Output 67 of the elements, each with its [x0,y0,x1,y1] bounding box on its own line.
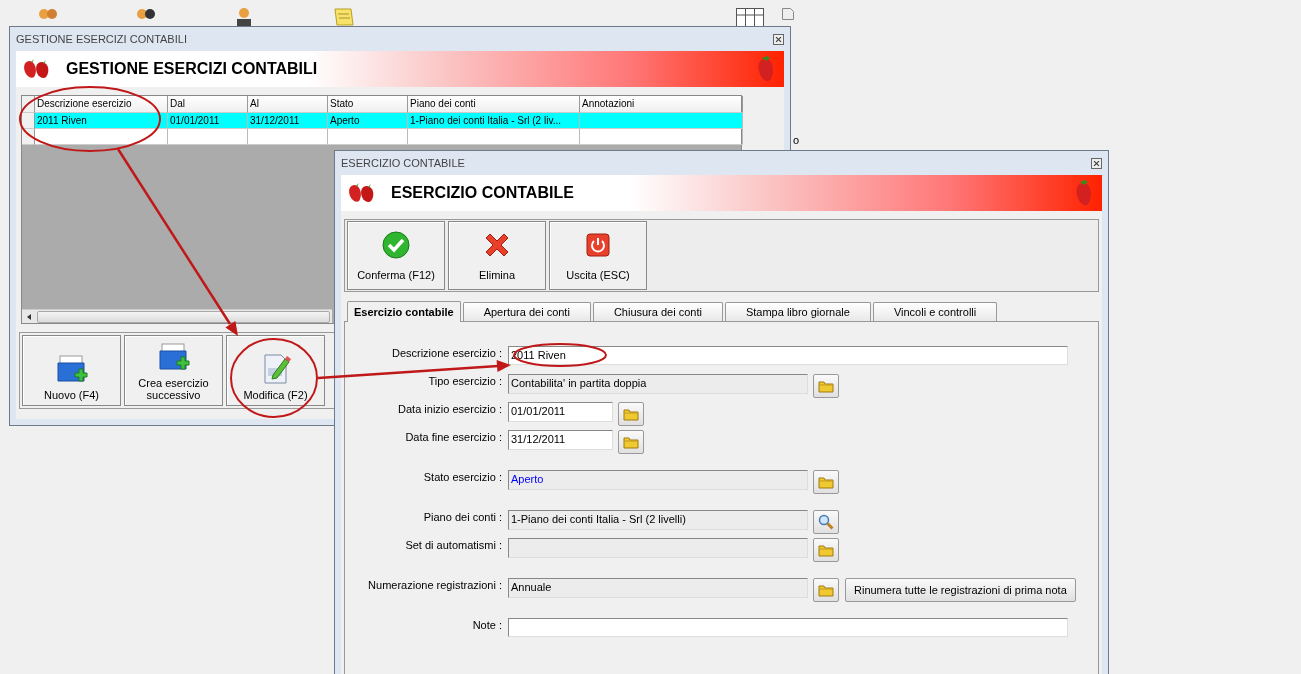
folder-icon [818,542,834,558]
power-icon [584,230,612,259]
text-fragment: o [793,134,800,147]
browse-button[interactable] [618,402,644,426]
box-plus-icon [156,341,191,373]
tab[interactable]: Stampa libro giornale [724,302,871,321]
table-cell[interactable]: 1-Piano dei conti Italia - Srl (2 liv... [408,113,580,129]
search-button[interactable] [813,510,839,534]
scroll-left-icon[interactable] [27,313,31,320]
check-icon [382,230,410,259]
search-icon [818,514,834,530]
toolbar-button[interactable]: Elimina [448,221,546,290]
tab[interactable]: Apertura dei conti [462,302,591,321]
people-icon [38,8,58,20]
banner-title: GESTIONE ESERCIZI CONTABILI [66,60,319,78]
table-cell[interactable]: Aperto [328,113,408,129]
renumber-button[interactable]: Rinumera tutte le registrazioni di prima nota [845,578,1076,602]
banner-title: ESERCIZIO CONTABILE [391,184,575,202]
field-label: Numerazione registrazioni : [367,579,503,591]
input-field[interactable]: 31/12/2011 [508,430,613,450]
field-label: Data fine esercizio : [404,431,503,443]
folder-icon [623,434,639,450]
field-label: Data inizio esercizio : [397,403,503,415]
toolbar-button[interactable]: Nuovo (F4) [22,335,121,406]
toolbar-button[interactable]: Conferma (F12) [347,221,445,290]
browse-button[interactable] [813,538,839,562]
tab[interactable]: Chiusura dei conti [592,302,723,321]
person-icon [236,8,252,27]
close-button[interactable] [1091,157,1102,169]
browse-button[interactable] [813,374,839,398]
field-label: Descrizione esercizio : [390,347,503,359]
field-label: Stato esercizio : [422,471,503,483]
input-field[interactable]: Annuale [508,578,808,598]
table-cell[interactable]: 01/01/2011 [168,113,248,129]
folder-icon [623,406,639,422]
folder-icon [818,474,834,490]
browse-button[interactable] [813,578,839,602]
input-field[interactable] [508,538,808,558]
note-icon [334,8,354,26]
tab[interactable]: Esercizio contabile [347,301,461,322]
table-cell[interactable]: 31/12/2011 [248,113,328,129]
close-button[interactable] [773,33,784,45]
row-indicator [22,113,35,129]
folder-icon [818,378,834,394]
toolbar-button[interactable]: Crea esercizio successivo [124,335,223,406]
input-field[interactable]: 01/01/2011 [508,402,613,422]
box-plus-icon [54,353,89,385]
table-cell[interactable]: 2011 Riven [35,113,168,129]
folder-icon [818,582,834,598]
input-field[interactable]: Contabilita' in partita doppia [508,374,808,394]
field-label: Set di automatismi : [404,539,503,551]
toolbar-button[interactable]: Modifica (F2) [226,335,325,406]
input-field[interactable] [508,618,1068,637]
browse-button[interactable] [618,430,644,454]
grid-icon [736,8,764,27]
field-label: Piano dei conti : [422,511,503,523]
input-field[interactable]: 1-Piano dei conti Italia - Srl (2 livelli) [508,510,808,530]
field-label: Tipo esercizio : [427,375,503,387]
tab[interactable]: Vincoli e controlli [872,302,998,321]
people-icon [136,8,156,20]
document-icon [782,8,794,20]
browse-button[interactable] [813,470,839,494]
window-title: ESERCIZIO CONTABILE [341,157,465,169]
input-field[interactable]: Aperto [508,470,808,490]
toolbar-button[interactable]: Uscita (ESC) [549,221,647,290]
window-title: GESTIONE ESERCIZI CONTABILI [16,33,187,45]
field-label: Note : [471,619,503,631]
